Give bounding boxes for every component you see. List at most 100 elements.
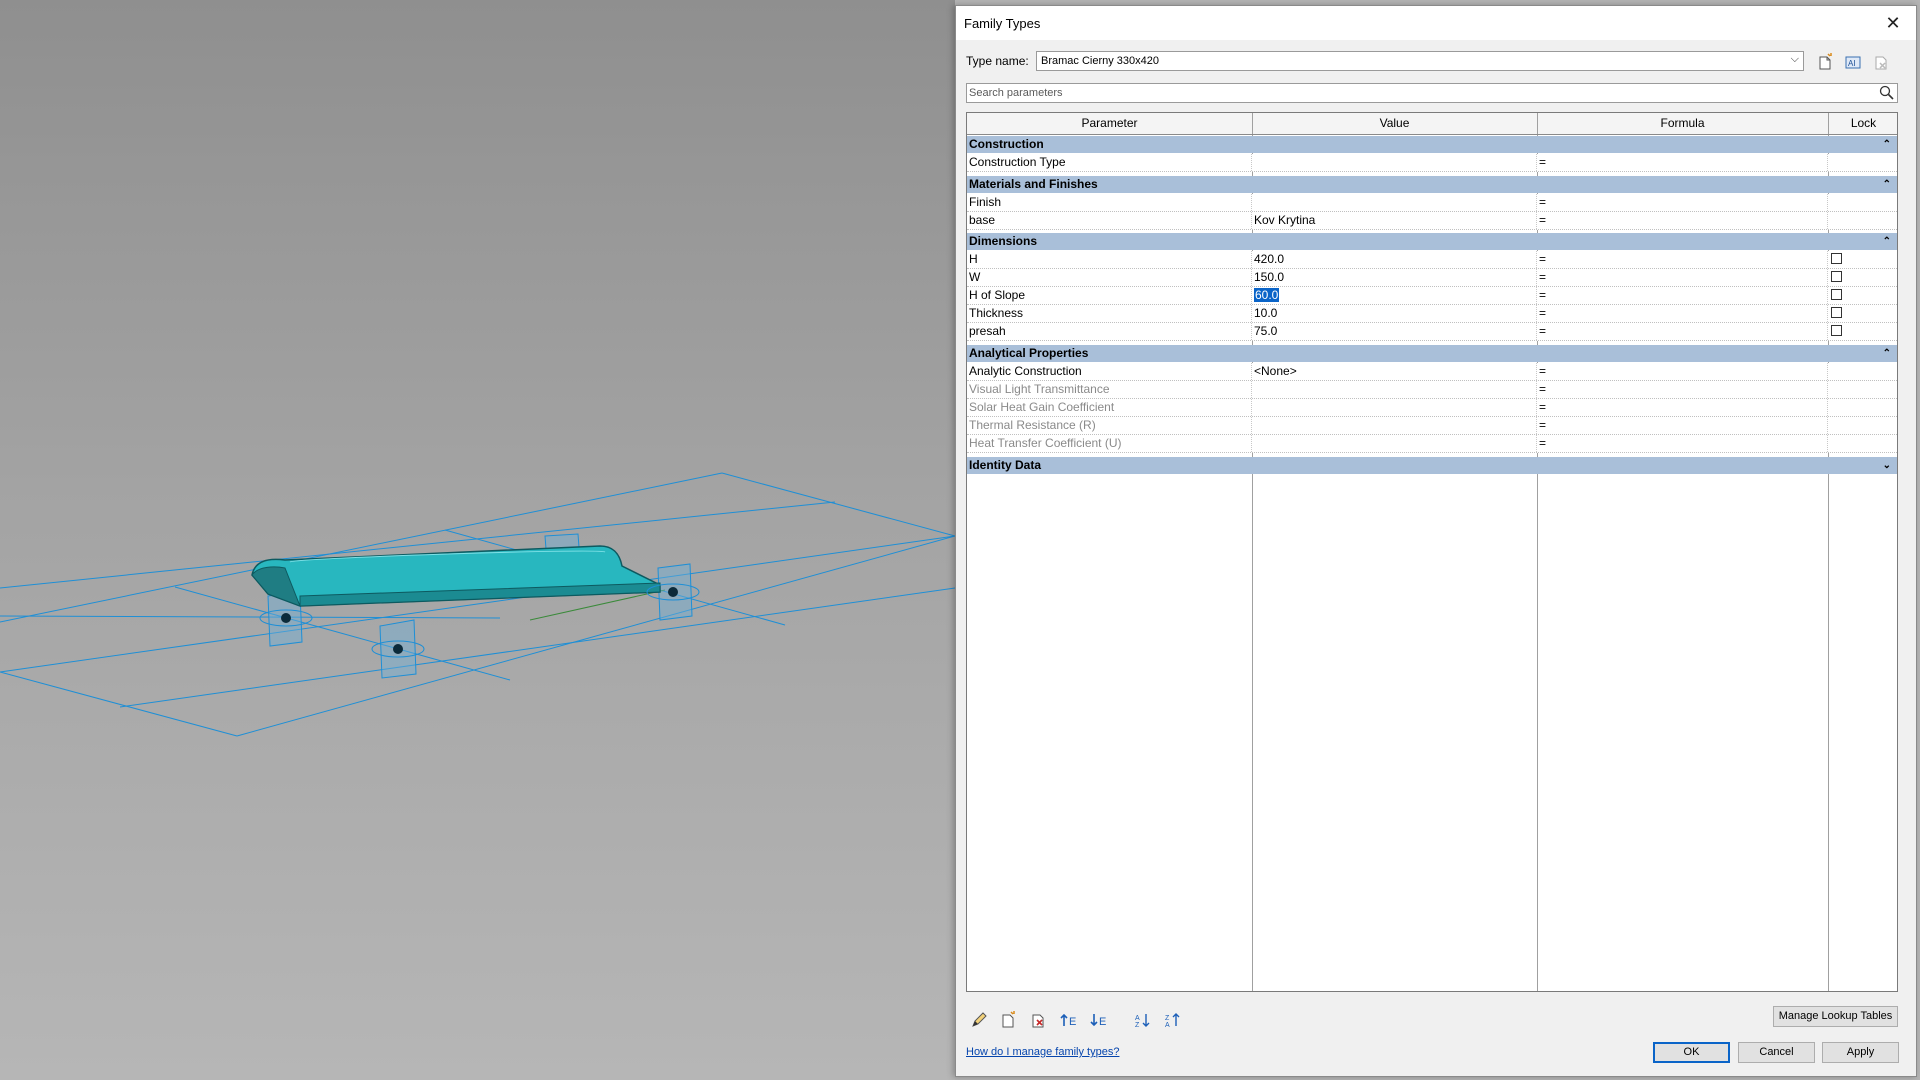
- new-parameter-icon[interactable]: [998, 1010, 1020, 1030]
- move-down-icon[interactable]: E: [1088, 1010, 1110, 1030]
- table-row[interactable]: Finish =: [967, 194, 1897, 212]
- group-label: Construction: [969, 137, 1044, 151]
- param-name: Analytic Construction: [967, 363, 1252, 380]
- svg-text:A: A: [1135, 1015, 1140, 1022]
- manage-lookup-tables-button[interactable]: Manage Lookup Tables: [1773, 1006, 1898, 1027]
- collapse-icon[interactable]: ⌃: [1883, 233, 1891, 250]
- rename-type-icon[interactable]: AI: [1842, 51, 1864, 73]
- header-value[interactable]: Value: [1252, 113, 1538, 134]
- param-formula[interactable]: =: [1537, 305, 1828, 322]
- group-analytical-properties[interactable]: Analytical Properties ⌃: [967, 345, 1897, 362]
- table-row[interactable]: H of Slope 60.0 =: [967, 287, 1897, 305]
- param-formula[interactable]: =: [1537, 363, 1828, 380]
- selected-value-text[interactable]: 60.0: [1254, 288, 1280, 302]
- table-row[interactable]: H 420.0 =: [967, 251, 1897, 269]
- param-name: Thermal Resistance (R): [967, 417, 1252, 434]
- param-value[interactable]: 150.0: [1252, 269, 1537, 286]
- table-row[interactable]: base Kov Krytina =: [967, 212, 1897, 230]
- lock-checkbox[interactable]: [1831, 307, 1842, 318]
- param-formula[interactable]: =: [1537, 154, 1828, 171]
- param-value[interactable]: 10.0: [1252, 305, 1537, 322]
- sort-ascending-icon[interactable]: AZ: [1132, 1010, 1154, 1030]
- param-value[interactable]: Kov Krytina: [1252, 212, 1537, 229]
- type-name-dropdown[interactable]: Bramac Cierny 330x420 ⌵: [1036, 51, 1804, 71]
- param-lock: [1828, 305, 1897, 322]
- param-value: [1252, 381, 1537, 398]
- param-lock: [1828, 212, 1897, 229]
- param-lock: [1828, 435, 1897, 452]
- close-icon[interactable]: ✕: [1870, 6, 1916, 40]
- move-up-icon[interactable]: E: [1058, 1010, 1080, 1030]
- table-row[interactable]: Construction Type =: [967, 154, 1897, 172]
- param-name: Solar Heat Gain Coefficient: [967, 399, 1252, 416]
- header-formula[interactable]: Formula: [1537, 113, 1829, 134]
- param-value[interactable]: [1252, 154, 1537, 171]
- param-name: Construction Type: [967, 154, 1252, 171]
- param-formula[interactable]: =: [1537, 287, 1828, 304]
- collapse-icon[interactable]: ⌃: [1883, 176, 1891, 193]
- lock-checkbox[interactable]: [1831, 253, 1842, 264]
- sort-descending-icon[interactable]: ZA: [1162, 1010, 1184, 1030]
- header-parameter[interactable]: Parameter: [967, 113, 1253, 134]
- lock-checkbox[interactable]: [1831, 289, 1842, 300]
- param-value-input[interactable]: 60.0: [1252, 287, 1537, 304]
- group-construction[interactable]: Construction ⌃: [967, 136, 1897, 153]
- svg-text:AI: AI: [1848, 59, 1856, 68]
- table-row[interactable]: Analytic Construction <None> =: [967, 363, 1897, 381]
- param-name: Finish: [967, 194, 1252, 211]
- new-type-icon[interactable]: [1814, 51, 1836, 73]
- svg-text:Z: Z: [1135, 1022, 1140, 1029]
- param-formula[interactable]: =: [1537, 323, 1828, 340]
- param-formula[interactable]: =: [1537, 212, 1828, 229]
- help-link[interactable]: How do I manage family types?: [966, 1046, 1119, 1058]
- apply-button[interactable]: Apply: [1822, 1042, 1899, 1063]
- group-label: Materials and Finishes: [969, 177, 1098, 191]
- lock-checkbox[interactable]: [1831, 325, 1842, 336]
- collapse-icon[interactable]: ⌃: [1883, 136, 1891, 153]
- ok-button[interactable]: OK: [1653, 1042, 1730, 1063]
- param-lock: [1828, 323, 1897, 340]
- svg-text:E: E: [1069, 1016, 1076, 1028]
- param-formula[interactable]: =: [1537, 269, 1828, 286]
- param-name: Heat Transfer Coefficient (U): [967, 435, 1252, 452]
- search-icon[interactable]: [1879, 85, 1895, 104]
- group-materials-and-finishes[interactable]: Materials and Finishes ⌃: [967, 176, 1897, 193]
- model-canvas: [0, 472, 955, 737]
- type-name-label: Type name:: [966, 54, 1029, 68]
- model-viewport[interactable]: [0, 0, 955, 1080]
- param-name: H of Slope: [967, 287, 1252, 304]
- table-row[interactable]: Thickness 10.0 =: [967, 305, 1897, 323]
- group-identity-data[interactable]: Identity Data ⌄: [967, 457, 1897, 474]
- edit-parameter-icon[interactable]: [968, 1010, 990, 1030]
- search-input[interactable]: [969, 85, 1849, 101]
- param-value: [1252, 435, 1537, 452]
- param-formula[interactable]: =: [1537, 194, 1828, 211]
- cancel-button[interactable]: Cancel: [1738, 1042, 1815, 1063]
- param-formula: =: [1537, 399, 1828, 416]
- collapse-icon[interactable]: ⌃: [1883, 345, 1891, 362]
- table-row[interactable]: presah 75.0 =: [967, 323, 1897, 341]
- param-name: Thickness: [967, 305, 1252, 322]
- group-label: Dimensions: [969, 234, 1038, 248]
- param-value: [1252, 399, 1537, 416]
- param-lock: [1828, 381, 1897, 398]
- delete-parameter-icon[interactable]: [1028, 1010, 1050, 1030]
- group-dimensions[interactable]: Dimensions ⌃: [967, 233, 1897, 250]
- search-parameters-box[interactable]: [966, 83, 1898, 103]
- svg-text:A: A: [1165, 1022, 1170, 1029]
- param-lock: [1828, 287, 1897, 304]
- expand-icon[interactable]: ⌄: [1883, 457, 1891, 474]
- param-value[interactable]: [1252, 194, 1537, 211]
- param-value[interactable]: <None>: [1252, 363, 1537, 380]
- lock-checkbox[interactable]: [1831, 271, 1842, 282]
- table-row[interactable]: W 150.0 =: [967, 269, 1897, 287]
- param-formula: =: [1537, 381, 1828, 398]
- param-value[interactable]: 420.0: [1252, 251, 1537, 268]
- param-formula: =: [1537, 417, 1828, 434]
- param-formula[interactable]: =: [1537, 251, 1828, 268]
- header-lock[interactable]: Lock: [1828, 113, 1897, 134]
- param-lock: [1828, 417, 1897, 434]
- param-value[interactable]: 75.0: [1252, 323, 1537, 340]
- delete-type-icon[interactable]: [1870, 51, 1892, 73]
- param-value: [1252, 417, 1537, 434]
